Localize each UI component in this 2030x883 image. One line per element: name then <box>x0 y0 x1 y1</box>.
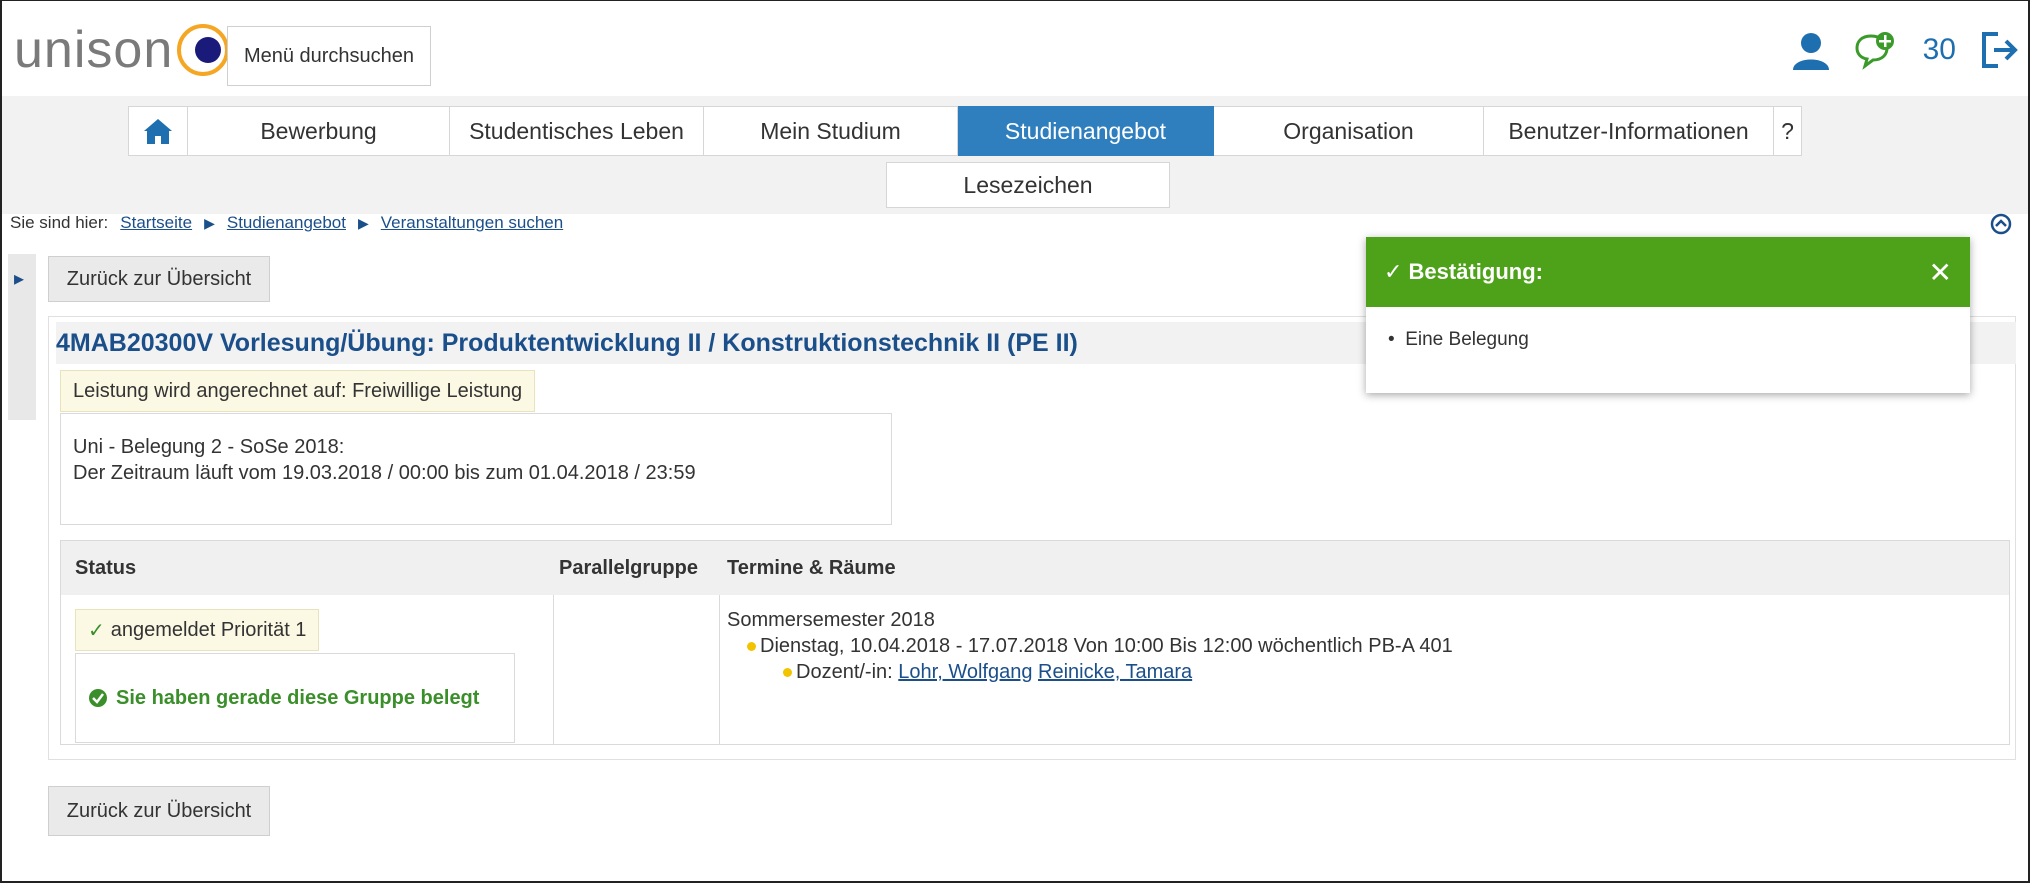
column-divider <box>553 595 554 745</box>
column-divider <box>719 595 720 745</box>
dozent-row: Dozent/-in: Lohr, Wolfgang Reinicke, Tam… <box>727 659 1453 685</box>
belegt-text: Sie haben gerade diese Gruppe belegt <box>116 686 480 709</box>
period-line-2: Der Zeitraum läuft vom 19.03.2018 / 00:0… <box>73 462 696 484</box>
back-button-label: Zurück zur Übersicht <box>66 799 252 822</box>
home-button[interactable] <box>128 106 188 156</box>
header-status: Status <box>75 557 137 579</box>
logo-text: unison <box>14 21 174 79</box>
chevron-right-icon[interactable]: ▸ <box>14 266 24 291</box>
bullet-icon: • <box>1388 329 1406 350</box>
scroll-top-icon[interactable] <box>1990 213 2012 235</box>
tab-benutzer-informationen[interactable]: Benutzer-Informationen <box>1484 106 1774 156</box>
dozent-link[interactable]: Lohr, Wolfgang <box>898 661 1032 683</box>
logout-icon[interactable] <box>1980 30 2020 70</box>
logo-circle-icon <box>177 24 230 76</box>
tab-bewerbung[interactable]: Bewerbung <box>188 106 450 156</box>
course-title-text: 4MAB20300V Vorlesung/Übung: Produktentwi… <box>56 328 1078 357</box>
semester-text: Sommersemester 2018 <box>727 609 935 631</box>
toast-message: Eine Belegung <box>1405 329 1529 350</box>
termine-cell: Sommersemester 2018 Dienstag, 10.04.2018… <box>727 607 1453 685</box>
termin-row: Dienstag, 10.04.2018 - 17.07.2018 Von 10… <box>727 633 1453 659</box>
belegt-message: Sie haben gerade diese Gruppe belegt <box>75 653 515 743</box>
top-icons: 30 <box>1791 30 2020 70</box>
breadcrumb-link-studienangebot[interactable]: Studienangebot <box>227 213 346 233</box>
status-text: angemeldet Priorität 1 <box>110 618 307 641</box>
bullet-icon <box>783 668 792 678</box>
breadcrumb: Sie sind hier: Startseite ▶ Studienangeb… <box>10 213 563 233</box>
check-circle-icon <box>89 689 107 707</box>
tab-organisation[interactable]: Organisation <box>1214 106 1484 156</box>
tab-lesezeichen[interactable]: Lesezeichen <box>886 162 1170 208</box>
header-parallelgruppe: Parallelgruppe <box>559 557 698 579</box>
unison-logo[interactable]: unison <box>14 14 231 86</box>
tab-label: Studentisches Leben <box>469 117 684 144</box>
help-label: ? <box>1781 117 1794 144</box>
menu-search-button[interactable]: Menü durchsuchen <box>227 26 431 86</box>
add-comment-icon[interactable] <box>1855 30 1899 70</box>
breadcrumb-link-startseite[interactable]: Startseite <box>120 213 192 233</box>
group-table: Status Parallelgruppe Termine & Räume ✓ … <box>60 540 2010 745</box>
chevron-right-icon: ▶ <box>357 214 369 231</box>
user-icon[interactable] <box>1791 30 1831 70</box>
notification-count[interactable]: 30 <box>1923 33 1956 67</box>
termin-text: Dienstag, 10.04.2018 - 17.07.2018 Von 10… <box>760 635 1453 657</box>
status-badge: ✓ angemeldet Priorität 1 <box>75 609 320 651</box>
toast-header: ✓ Bestätigung: ✕ <box>1366 237 1970 307</box>
registration-period: Uni - Belegung 2 - SoSe 2018: Der Zeitra… <box>60 413 892 525</box>
tab-label: Bewerbung <box>260 117 377 144</box>
breadcrumb-link-veranstaltungen[interactable]: Veranstaltungen suchen <box>381 213 563 233</box>
check-icon: ✓ <box>88 619 105 642</box>
tab-label: Benutzer-Informationen <box>1508 117 1749 144</box>
tab-label: Mein Studium <box>760 117 901 144</box>
back-to-overview-button[interactable]: Zurück zur Übersicht <box>48 256 270 302</box>
tab-label: Studienangebot <box>1004 117 1167 144</box>
toast-title: Bestätigung: <box>1408 259 1543 284</box>
toast-title-wrap: ✓ Bestätigung: <box>1384 259 1543 285</box>
table-header: Status Parallelgruppe Termine & Räume <box>61 541 2009 595</box>
leistung-text: Leistung wird angerechnet auf: Freiwilli… <box>73 379 523 402</box>
tab-studienangebot[interactable]: Studienangebot <box>958 106 1214 156</box>
leistung-info: Leistung wird angerechnet auf: Freiwilli… <box>60 370 536 412</box>
menu-search-label: Menü durchsuchen <box>243 44 415 67</box>
back-button-label: Zurück zur Übersicht <box>66 267 252 290</box>
tab-mein-studium[interactable]: Mein Studium <box>704 106 958 156</box>
toast-body: • Eine Belegung <box>1366 307 1970 373</box>
chevron-right-icon: ▶ <box>204 214 215 231</box>
tab-label: Lesezeichen <box>963 171 1093 198</box>
dozent-label: Dozent/-in: <box>796 661 893 683</box>
help-button[interactable]: ? <box>1774 106 1802 156</box>
close-icon[interactable]: ✕ <box>1929 256 1952 289</box>
tab-label: Organisation <box>1283 117 1414 144</box>
back-to-overview-button-bottom[interactable]: Zurück zur Übersicht <box>48 786 270 836</box>
check-icon: ✓ <box>1384 259 1409 284</box>
header-termine: Termine & Räume <box>727 557 896 579</box>
tab-studentisches-leben[interactable]: Studentisches Leben <box>450 106 704 156</box>
bullet-icon <box>747 642 756 652</box>
home-icon <box>144 119 172 144</box>
main-navigation: Bewerbung Studentisches Leben Mein Studi… <box>128 106 1802 156</box>
confirmation-toast: ✓ Bestätigung: ✕ • Eine Belegung <box>1366 237 1970 393</box>
period-line-1: Uni - Belegung 2 - SoSe 2018: <box>73 436 345 458</box>
breadcrumb-prefix: Sie sind hier: <box>10 213 109 232</box>
dozent-link[interactable]: Reinicke, Tamara <box>1038 661 1192 683</box>
